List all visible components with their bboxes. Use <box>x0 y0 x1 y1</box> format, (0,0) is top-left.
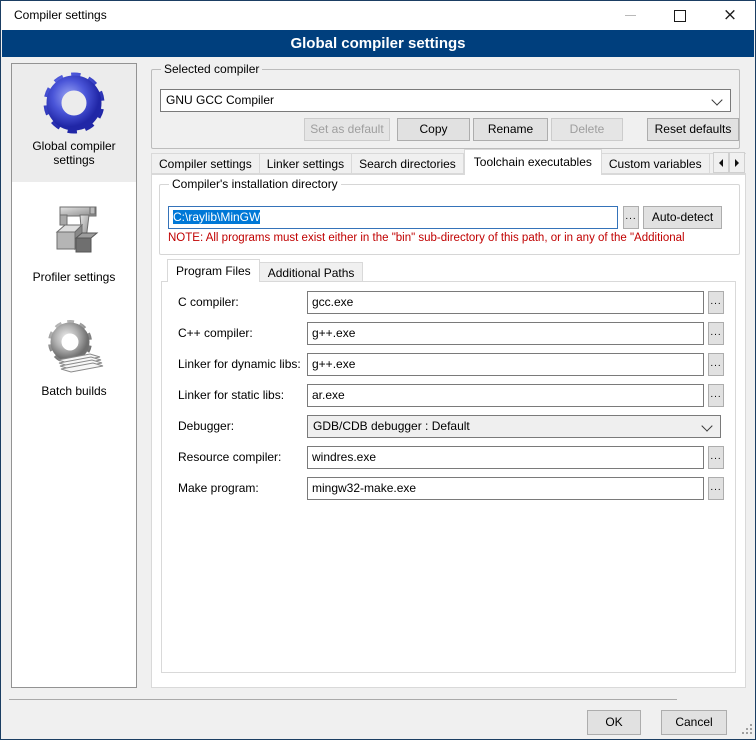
window-title: Compiler settings <box>14 1 107 30</box>
linker-static-label: Linker for static libs: <box>178 384 284 407</box>
settings-category-list: Global compiler settings Profiler se <box>11 63 137 688</box>
linker-static-browse-button[interactable]: ... <box>708 384 724 407</box>
resource-compiler-browse-button[interactable]: ... <box>708 446 724 469</box>
set-as-default-button[interactable]: Set as default <box>304 118 390 141</box>
selected-compiler-group: Selected compiler GNU GCC Compiler Set a… <box>151 69 740 149</box>
tab-program-files[interactable]: Program Files <box>167 259 260 282</box>
compiler-select[interactable]: GNU GCC Compiler <box>160 89 731 112</box>
tab-toolchain-executables[interactable]: Toolchain executables <box>464 149 602 175</box>
auto-detect-button[interactable]: Auto-detect <box>643 206 722 229</box>
c-compiler-input[interactable]: gcc.exe <box>307 291 704 314</box>
rename-button[interactable]: Rename <box>473 118 548 141</box>
title-bar: Compiler settings × <box>1 1 755 30</box>
cancel-button[interactable]: Cancel <box>661 710 727 735</box>
compiler-select-value: GNU GCC Compiler <box>166 93 274 107</box>
gray-gear-stack-icon <box>42 316 106 380</box>
make-program-label: Make program: <box>178 477 259 500</box>
caliper-icon <box>42 202 106 266</box>
tab-scroll-right-button[interactable] <box>729 152 745 173</box>
cpp-compiler-browse-button[interactable]: ... <box>708 322 724 345</box>
tab-scroll-arrows <box>713 152 755 173</box>
linker-dynamic-input[interactable]: g++.exe <box>307 353 704 376</box>
tab-linker-settings[interactable]: Linker settings <box>260 153 352 174</box>
resource-compiler-value: windres.exe <box>312 450 376 464</box>
c-compiler-browse-button[interactable]: ... <box>708 291 724 314</box>
dialog-header: Global compiler settings <box>2 30 754 57</box>
linker-dynamic-browse-button[interactable]: ... <box>708 353 724 376</box>
chevron-down-icon <box>701 420 712 431</box>
installation-directory-group-label: Compiler's installation directory <box>169 177 341 191</box>
delete-button[interactable]: Delete <box>551 118 623 141</box>
program-files-panel: C compiler: gcc.exe ... C++ compiler: g+… <box>161 281 736 673</box>
sidebar-item-label: Profiler settings <box>18 270 130 284</box>
page-title: Global compiler settings <box>290 35 465 52</box>
maximize-icon <box>674 10 686 22</box>
close-button[interactable]: × <box>705 1 755 30</box>
arrow-left-icon <box>719 159 723 167</box>
sidebar-item-global-compiler-settings[interactable]: Global compiler settings <box>12 64 136 182</box>
linker-static-input[interactable]: ar.exe <box>307 384 704 407</box>
make-program-value: mingw32-make.exe <box>312 481 416 495</box>
sidebar-item-batch-builds[interactable]: Batch builds <box>12 316 136 416</box>
ok-button[interactable]: OK <box>587 710 641 735</box>
cpp-compiler-input[interactable]: g++.exe <box>307 322 704 345</box>
tab-custom-variables[interactable]: Custom variables <box>602 153 710 174</box>
tab-search-directories[interactable]: Search directories <box>352 153 464 174</box>
close-icon: × <box>723 1 737 30</box>
program-tabs: Program Files Additional Paths <box>167 259 363 282</box>
compiler-tabs: Compiler settings Linker settings Search… <box>151 149 746 175</box>
sidebar-item-label: Batch builds <box>18 384 130 398</box>
resize-grip[interactable] <box>741 723 753 735</box>
arrow-right-icon <box>735 159 739 167</box>
bin-subdirectory-note: NOTE: All programs must exist either in … <box>168 232 733 244</box>
tab-scroll-left-button[interactable] <box>713 152 729 173</box>
compiler-settings-dialog: Compiler settings × Global compiler sett… <box>0 0 756 740</box>
make-program-browse-button[interactable]: ... <box>708 477 724 500</box>
cpp-compiler-value: g++.exe <box>312 326 355 340</box>
chevron-down-icon <box>711 94 722 105</box>
linker-static-value: ar.exe <box>312 388 345 402</box>
installation-directory-group: Compiler's installation directory C:\ray… <box>159 184 740 255</box>
make-program-input[interactable]: mingw32-make.exe <box>307 477 704 500</box>
debugger-label: Debugger: <box>178 415 234 438</box>
footer-separator <box>9 699 677 700</box>
installation-directory-value: C:\raylib\MinGW <box>173 210 260 224</box>
sidebar-item-profiler-settings[interactable]: Profiler settings <box>12 202 136 302</box>
tab-compiler-settings[interactable]: Compiler settings <box>151 153 260 174</box>
minimize-icon <box>625 15 636 16</box>
installation-directory-input[interactable]: C:\raylib\MinGW <box>168 206 618 229</box>
blue-gear-icon <box>42 71 106 135</box>
maximize-button[interactable] <box>655 1 705 30</box>
debugger-select-value: GDB/CDB debugger : Default <box>313 419 470 433</box>
sidebar-item-label: Global compiler settings <box>18 139 130 167</box>
debugger-select[interactable]: GDB/CDB debugger : Default <box>307 415 721 438</box>
c-compiler-value: gcc.exe <box>312 295 353 309</box>
resource-compiler-label: Resource compiler: <box>178 446 281 469</box>
c-compiler-label: C compiler: <box>178 291 239 314</box>
resource-compiler-input[interactable]: windres.exe <box>307 446 704 469</box>
selected-compiler-group-label: Selected compiler <box>161 62 262 76</box>
linker-dynamic-value: g++.exe <box>312 357 355 371</box>
tab-additional-paths[interactable]: Additional Paths <box>260 262 364 282</box>
installation-directory-browse-button[interactable]: ... <box>623 206 639 229</box>
copy-button[interactable]: Copy <box>397 118 470 141</box>
minimize-button[interactable] <box>605 1 655 30</box>
reset-defaults-button[interactable]: Reset defaults <box>647 118 739 141</box>
cpp-compiler-label: C++ compiler: <box>178 322 253 345</box>
linker-dynamic-label: Linker for dynamic libs: <box>178 353 301 376</box>
